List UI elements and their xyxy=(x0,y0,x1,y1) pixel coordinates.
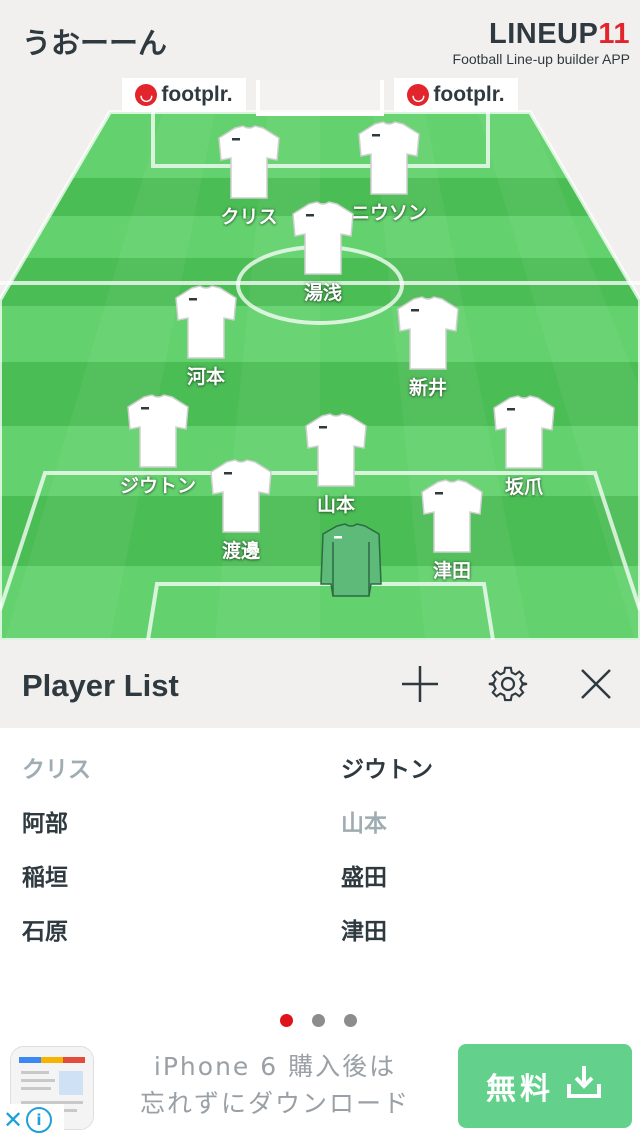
ad-close-icon[interactable]: ✕ xyxy=(0,1106,26,1134)
sponsor-label: footplr. xyxy=(161,83,233,106)
player-name: 河本 xyxy=(186,366,225,388)
jersey-icon xyxy=(210,459,272,533)
jersey-icon xyxy=(218,125,280,199)
pitch-player[interactable]: 湯浅 xyxy=(263,200,383,305)
brand-logo-text: LINEUP xyxy=(488,18,599,50)
jersey-icon xyxy=(493,395,555,469)
ad-copy: iPhone 6 購入後は 忘れずにダウンロード xyxy=(110,1048,440,1122)
footplr-logo-icon: ◡ xyxy=(407,84,430,106)
plus-icon[interactable] xyxy=(400,664,440,704)
brand-subtitle: Football Line-up builder APP xyxy=(452,51,630,67)
goalkeeper-jersey-icon xyxy=(320,523,382,597)
close-icon[interactable] xyxy=(576,664,616,704)
player-list: クリス 阿部 稲垣 石原 ジウトン 山本 盛田 津田 xyxy=(0,728,640,1008)
ad-line-1: iPhone 6 購入後は xyxy=(153,1052,397,1081)
player-list-header: Player List xyxy=(0,640,640,728)
page-dot[interactable] xyxy=(344,1014,357,1027)
page-dot-active[interactable] xyxy=(280,1014,293,1027)
list-item[interactable]: ジウトン xyxy=(341,750,433,784)
page-dot[interactable] xyxy=(312,1014,325,1027)
list-item[interactable]: 石原 xyxy=(22,912,68,946)
list-item[interactable]: 稲垣 xyxy=(22,858,68,892)
list-item[interactable]: クリス xyxy=(22,750,91,784)
ad-download-button[interactable]: 無料 xyxy=(458,1044,632,1128)
jersey-icon xyxy=(175,285,237,359)
sponsor-label: footplr. xyxy=(433,83,505,106)
jersey-icon xyxy=(397,296,459,370)
brand: LINEUP11 Football Line-up builder APP xyxy=(453,18,630,67)
ad-info-icon[interactable]: i xyxy=(26,1107,52,1133)
ad-button-label: 無料 xyxy=(486,1072,554,1107)
list-item[interactable]: 津田 xyxy=(341,912,387,946)
footplr-logo-icon: ◡ xyxy=(135,84,158,106)
player-name: 渡邊 xyxy=(221,540,260,562)
download-icon xyxy=(564,1062,604,1110)
panel-title: Player List xyxy=(22,668,179,703)
jersey-icon xyxy=(305,413,367,487)
pitch-player[interactable]: 渡邊 xyxy=(181,458,301,563)
brand-logo-number: 11 xyxy=(598,18,630,50)
brand-logo: LINEUP11 xyxy=(453,18,630,51)
sponsor-board-right[interactable]: ◡ footplr. xyxy=(394,78,518,112)
list-item[interactable]: 阿部 xyxy=(22,804,68,838)
list-item[interactable]: 盛田 xyxy=(341,858,387,892)
jersey-icon xyxy=(421,479,483,553)
sponsor-board-left[interactable]: ◡ footplr. xyxy=(122,78,246,112)
player-name: 湯浅 xyxy=(303,282,342,304)
list-item[interactable]: 山本 xyxy=(341,804,387,838)
jersey-icon xyxy=(358,121,420,195)
pitch-player[interactable]: 河本 xyxy=(146,284,266,389)
ad-banner[interactable]: iPhone 6 購入後は 忘れずにダウンロード 無料 xyxy=(0,1040,640,1136)
pitch-goalkeeper[interactable] xyxy=(291,522,411,600)
page-indicator[interactable] xyxy=(280,1014,360,1028)
pitch-player[interactable]: 新井 xyxy=(368,295,488,400)
ad-line-2: 忘れずにダウンロード xyxy=(139,1089,410,1118)
jersey-icon xyxy=(292,201,354,275)
ad-choices[interactable]: ✕ i xyxy=(0,1104,64,1136)
team-name[interactable]: うおーーん xyxy=(22,20,167,62)
app-header: うおーーん LINEUP11 Football Line-up builder … xyxy=(0,0,640,80)
gear-icon[interactable] xyxy=(488,664,528,704)
